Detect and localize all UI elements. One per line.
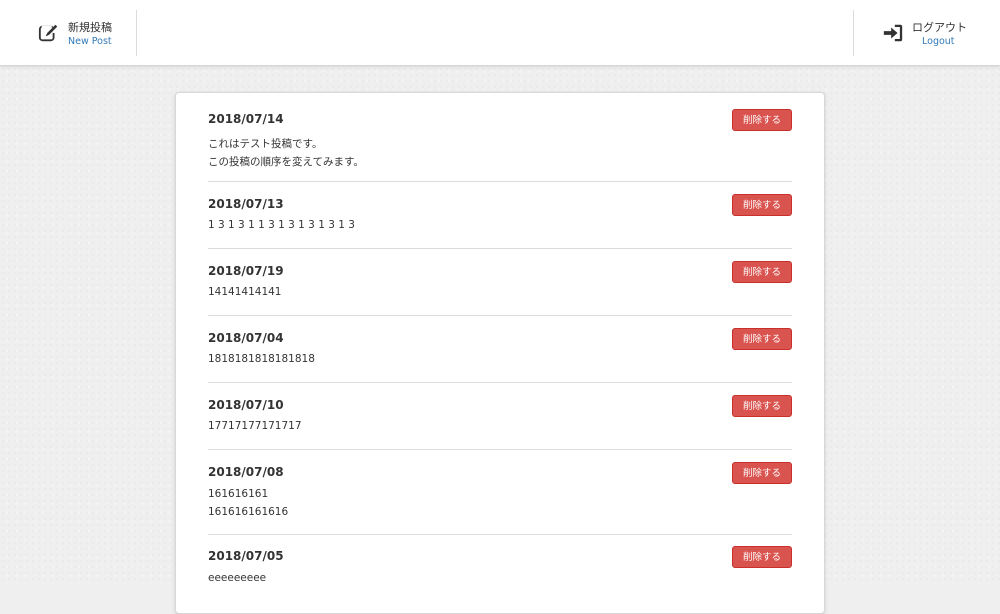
logout-label-jp: ログアウト: [912, 21, 967, 34]
post-body-line: 1818181818181818: [208, 353, 315, 365]
new-post-link[interactable]: 新規投稿 New Post: [0, 10, 137, 56]
post-date: 2018/07/08: [208, 465, 284, 479]
delete-button[interactable]: 削除する: [732, 194, 792, 216]
sign-in-icon: [883, 24, 903, 42]
post-body-line: 161616161616: [208, 506, 289, 518]
new-post-label-en[interactable]: New Post: [68, 36, 112, 47]
delete-button[interactable]: 削除する: [732, 261, 792, 283]
post-divider: [208, 315, 792, 316]
post-body-line: 14141414141: [208, 286, 282, 298]
delete-button[interactable]: 削除する: [732, 328, 792, 350]
post-body-line: 161616161: [208, 488, 269, 500]
post-divider: [208, 534, 792, 535]
delete-button[interactable]: 削除する: [732, 109, 792, 131]
new-post-label-jp: 新規投稿: [68, 21, 112, 34]
post-date: 2018/07/14: [208, 112, 284, 126]
logout-label-en[interactable]: Logout: [922, 36, 955, 47]
top-header: 新規投稿 New Post ログアウト Logout: [0, 0, 1000, 66]
post-divider: [208, 181, 792, 182]
post-divider: [208, 382, 792, 383]
post-body-line: 17717177171717: [208, 420, 302, 432]
post-divider: [208, 449, 792, 450]
edit-icon: [38, 24, 58, 42]
post-body-line: eeeeeeeee: [208, 572, 267, 584]
post-list-card: 2018/07/14 削除する これはテスト投稿です。 この投稿の順序を変えてみ…: [175, 92, 825, 614]
post-date: 2018/07/13: [208, 197, 284, 211]
post-date: 2018/07/04: [208, 331, 284, 345]
logout-link[interactable]: ログアウト Logout: [853, 10, 1000, 56]
post-body-line: この投稿の順序を変えてみます。: [208, 156, 364, 168]
post-date: 2018/07/19: [208, 264, 284, 278]
delete-button[interactable]: 削除する: [732, 395, 792, 417]
post-body-line: これはテスト投稿です。: [208, 138, 323, 150]
delete-button[interactable]: 削除する: [732, 462, 792, 484]
delete-button[interactable]: 削除する: [732, 546, 792, 568]
post-date: 2018/07/10: [208, 398, 284, 412]
post-date: 2018/07/05: [208, 549, 284, 563]
post-body-line: 1 3 1 3 1 1 3 1 3 1 3 1 3 1 3: [208, 219, 355, 231]
post-divider: [208, 248, 792, 249]
